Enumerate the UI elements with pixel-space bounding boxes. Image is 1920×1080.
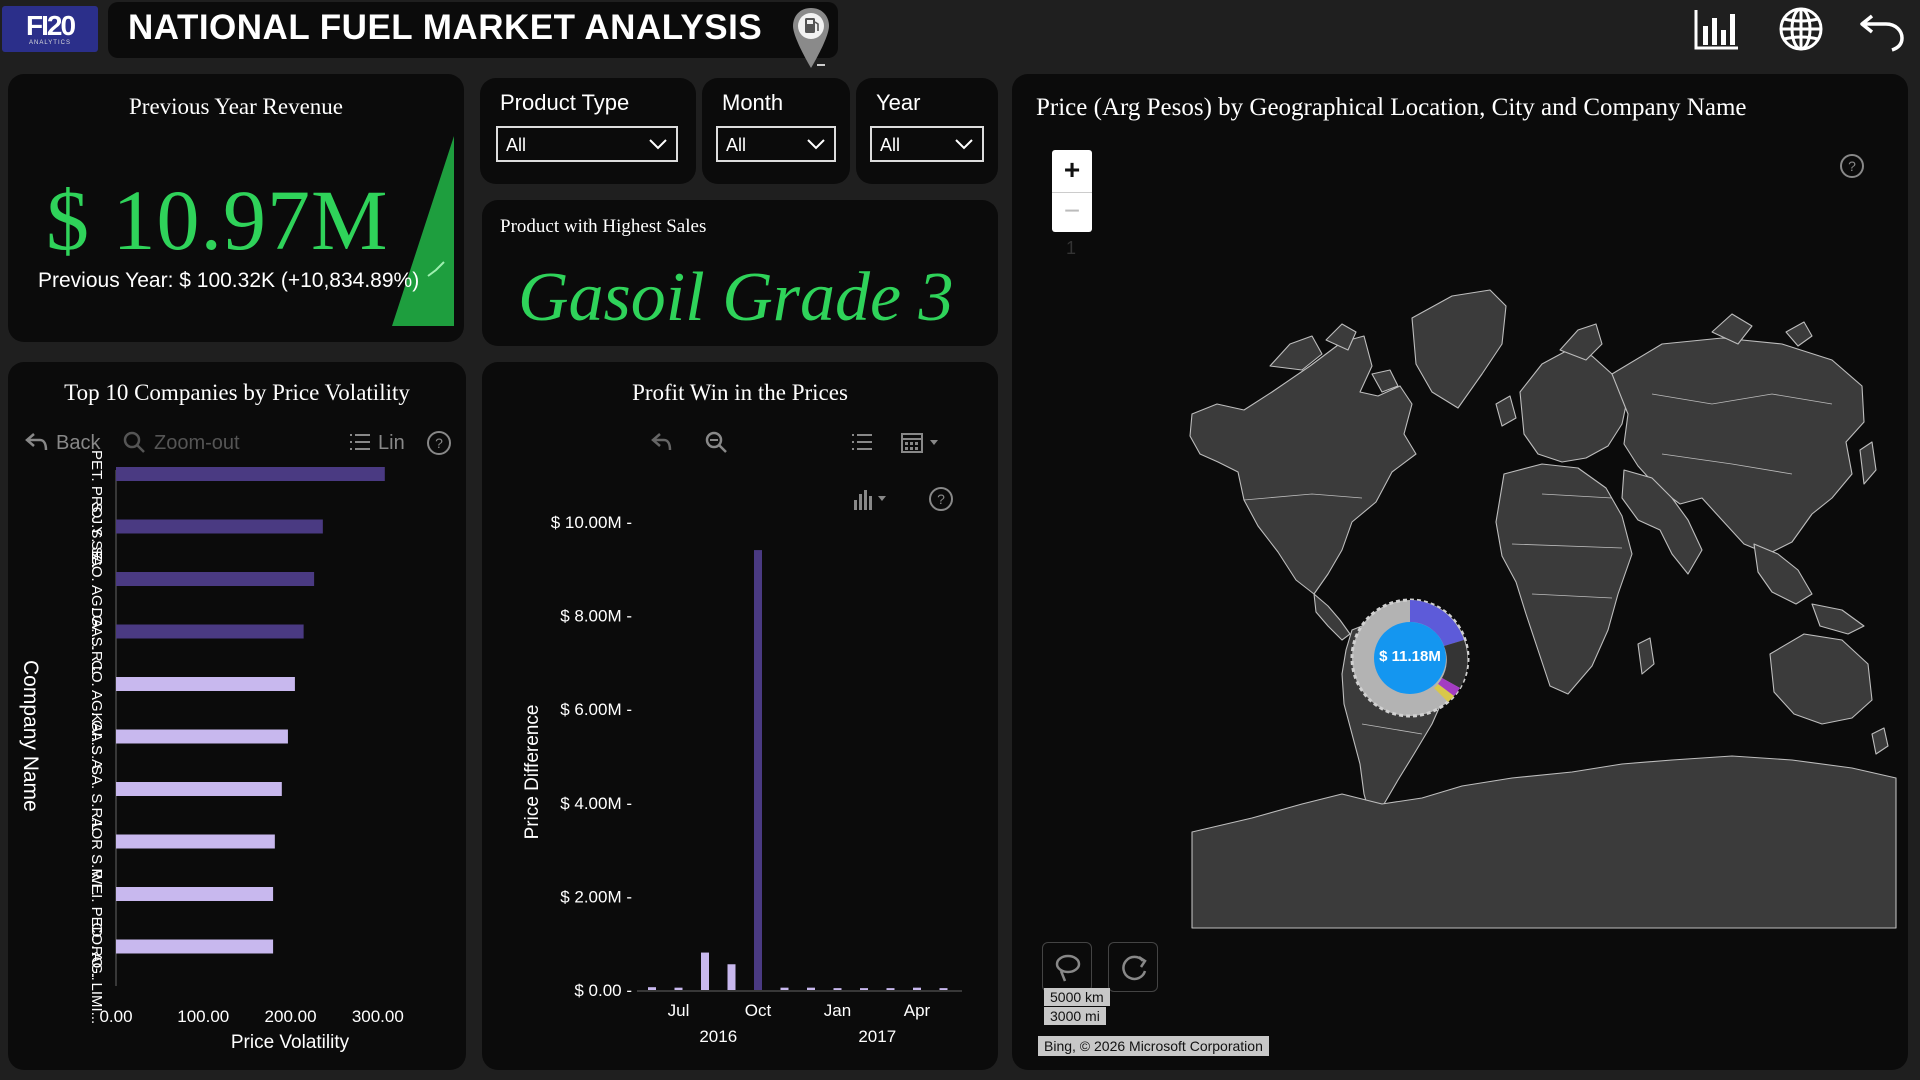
dropdown-value: All — [880, 135, 901, 155]
volatility-bar — [116, 834, 275, 849]
year-dropdown[interactable]: All — [870, 126, 984, 162]
y-axis-title: Price Difference — [522, 705, 543, 840]
y-axis-title: Company Name — [19, 660, 42, 812]
profit-bar — [886, 988, 895, 990]
x-tick-label: 300.00 — [352, 1007, 404, 1026]
slicer-month: Month All — [702, 78, 850, 184]
header-bar: FI20 ANALYTICS NATIONAL FUEL MARKET ANAL… — [0, 0, 1920, 70]
profit-bar — [701, 952, 709, 990]
year-label: 2017 — [858, 1027, 896, 1046]
profit-bar — [780, 987, 789, 990]
volatility-bar — [116, 572, 315, 586]
profit-bar — [807, 987, 815, 990]
profit-bar — [674, 987, 683, 990]
volatility-bar — [116, 467, 385, 481]
volatility-bar — [116, 887, 274, 901]
y-tick-label: $ 10.00M - — [551, 513, 632, 532]
continents — [1189, 289, 1897, 929]
slicer-year: Year All — [856, 78, 998, 184]
y-tick-label: $ 8.00M - — [560, 607, 632, 626]
revenue-card: Previous Year Revenue $ 10.97M Previous … — [8, 74, 464, 342]
month-dropdown[interactable]: All — [716, 126, 836, 162]
revenue-value: $ 10.97M — [46, 172, 389, 268]
profit-bar — [727, 964, 736, 990]
x-tick-label: Oct — [745, 1001, 772, 1020]
year-label: 2016 — [699, 1027, 737, 1046]
product-label: Product with Highest Sales — [500, 216, 707, 237]
volatility-bar — [116, 939, 274, 954]
scale-mi: 3000 mi — [1044, 1007, 1106, 1025]
chevron-down-icon — [807, 139, 825, 150]
profit-chart-card: Profit Win in the Prices ? $ 0.00 - $ 2.0… — [482, 362, 998, 1070]
scale-km: 5000 km — [1044, 988, 1110, 1006]
logo: FI20 ANALYTICS — [2, 6, 98, 52]
profit-bar — [913, 987, 921, 990]
profit-bar-chart: $ 0.00 - $ 2.00M - $ 4.00M - $ 6.00M - $ 8.0… — [522, 513, 962, 1046]
slicer-product-type: Product Type All — [480, 78, 696, 184]
x-tick-label: Apr — [904, 1001, 931, 1020]
refresh-icon — [1122, 955, 1147, 981]
trend-spark-icon — [392, 136, 454, 326]
profit-bar — [648, 987, 656, 990]
slicer-label: Year — [876, 90, 921, 115]
y-tick-label: $ 4.00M - — [560, 794, 632, 813]
bar-chart-icon[interactable] — [1692, 6, 1742, 52]
x-tick-label: 100.00 — [177, 1007, 229, 1026]
slicer-label: Product Type — [500, 90, 630, 115]
world-map[interactable] — [1012, 74, 1908, 1070]
title-box: NATIONAL FUEL MARKET ANALYSIS — [108, 2, 838, 68]
profit-bar — [754, 550, 762, 990]
volatility-bar-chart: PET. PRO. Y SE...S.J.S. SACO. AG. GA...D… — [19, 450, 404, 1053]
map-card: Price (Arg Pesos) by Geographical Locati… — [1012, 74, 1908, 1070]
product-type-dropdown[interactable]: All — [496, 126, 678, 162]
chevron-down-icon — [955, 139, 973, 150]
price-bubble-label: $ 11.18M — [1379, 648, 1441, 665]
x-axis-title: Price Volatility — [231, 1032, 350, 1053]
y-tick-label: $ 2.00M - — [560, 887, 632, 906]
lasso-icon — [1055, 954, 1081, 982]
product-value: Gasoil Grade 3 — [518, 259, 954, 336]
profit-bar — [860, 988, 868, 990]
map-attribution: Bing, © 2026 Microsoft Corporation — [1038, 1036, 1269, 1056]
x-tick-label: 200.00 — [265, 1007, 317, 1026]
volatility-bar — [116, 782, 282, 796]
x-tick-label: Jul — [668, 1001, 690, 1020]
y-tick-label: $ 0.00 - — [574, 981, 632, 1000]
chevron-down-icon — [649, 139, 667, 150]
globe-icon[interactable] — [1776, 6, 1826, 52]
logo-subtext: ANALYTICS — [29, 40, 71, 46]
x-tick-label: Jan — [824, 1001, 851, 1020]
reset-view-button[interactable] — [1108, 942, 1158, 992]
revenue-title: Previous Year Revenue — [129, 94, 343, 119]
profit-bar — [939, 988, 948, 990]
product-card: Product with Highest Sales Gasoil Grade … — [482, 200, 998, 346]
x-tick-label: 0.00 — [99, 1007, 132, 1026]
dropdown-value: All — [506, 135, 527, 155]
revenue-comparison: Previous Year: $ 100.32K (+10,834.89%) — [38, 269, 420, 292]
volatility-chart-card: Top 10 Companies by Price Volatility Bac… — [8, 362, 466, 1070]
volatility-bar — [116, 519, 323, 534]
slicer-label: Month — [722, 90, 784, 115]
profit-bar — [833, 988, 842, 990]
logo-text: FI20 — [25, 10, 76, 41]
page-title: NATIONAL FUEL MARKET ANALYSIS — [128, 8, 763, 47]
gas-pin-icon — [793, 8, 829, 68]
dropdown-value: All — [726, 135, 747, 155]
volatility-bar — [116, 624, 304, 639]
undo-icon[interactable] — [1858, 6, 1908, 52]
y-tick-label: $ 6.00M - — [560, 700, 632, 719]
volatility-bar — [116, 729, 288, 744]
volatility-bar — [116, 677, 295, 691]
lasso-button[interactable] — [1042, 942, 1092, 992]
